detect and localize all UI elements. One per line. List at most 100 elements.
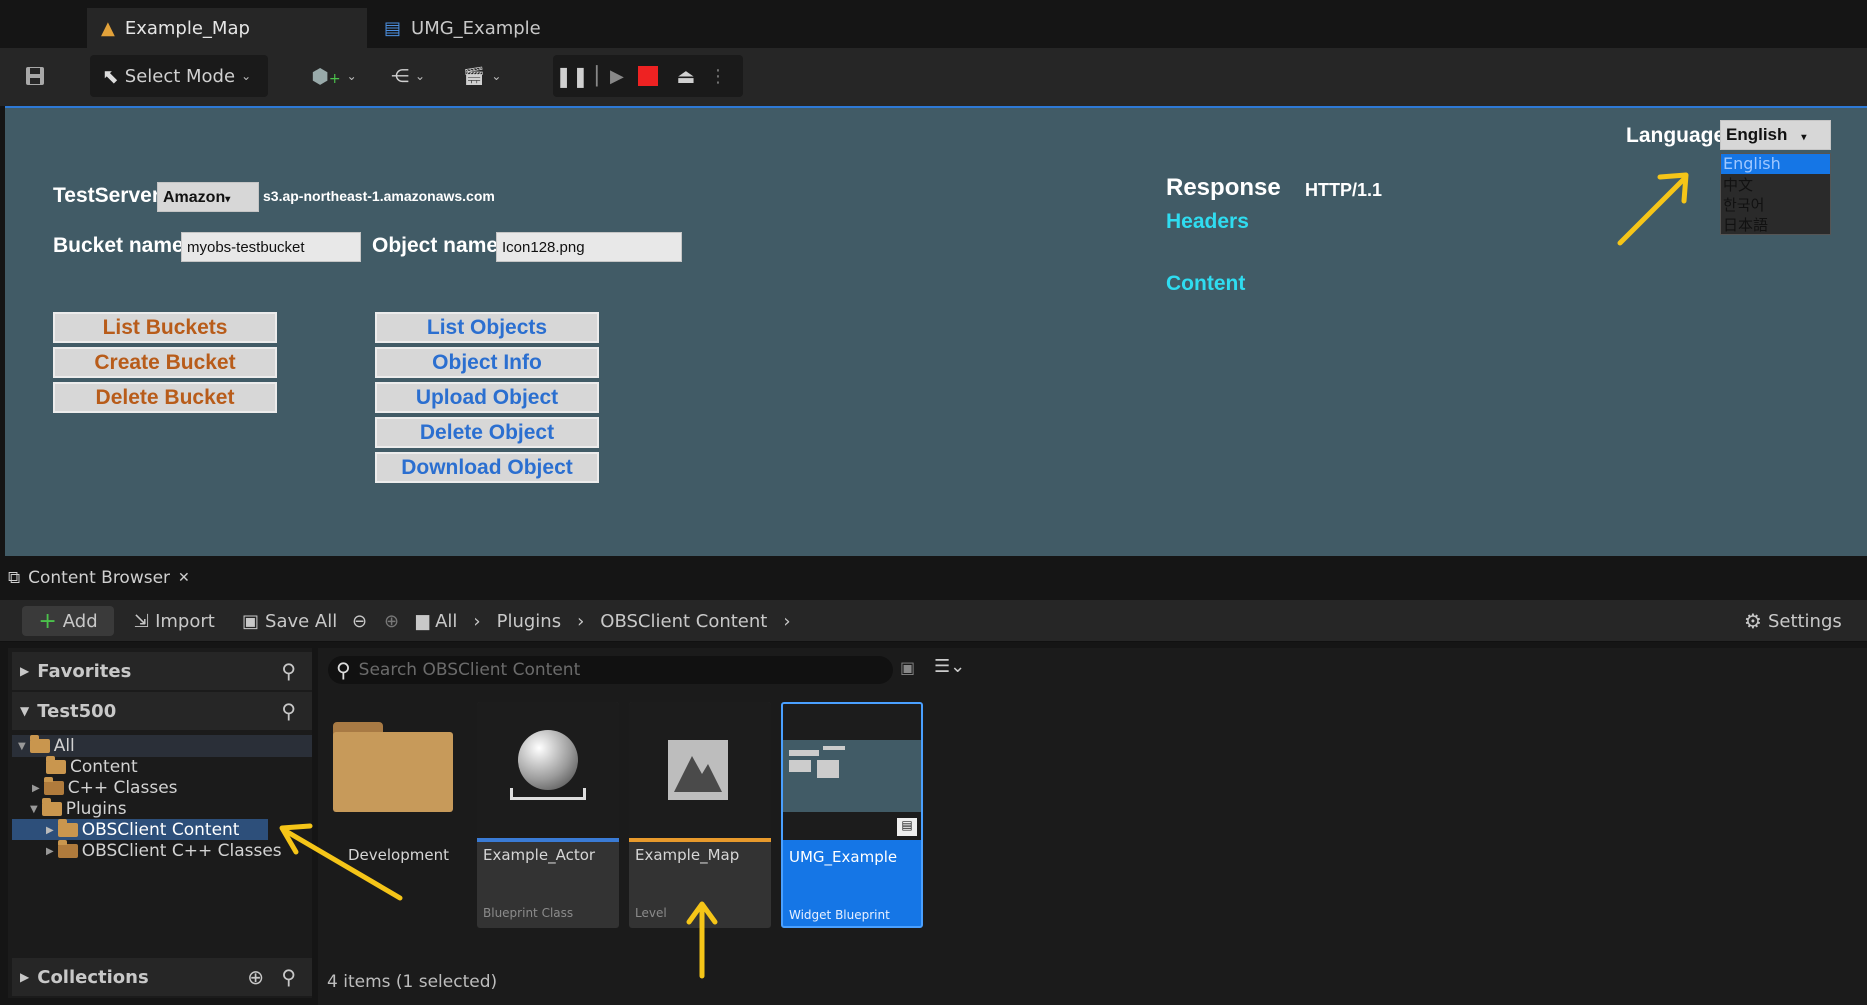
mode-label: Select Mode	[124, 65, 236, 87]
asset-name: Example_Actor	[483, 846, 596, 864]
object-name-input[interactable]: Icon128.png	[496, 232, 682, 262]
language-dropdown[interactable]: English ▾	[1720, 120, 1831, 150]
cinematics-button[interactable]: 🎬︎ ⌄	[456, 55, 508, 97]
language-label: Language	[1626, 124, 1726, 147]
tree-item-label: C++ Classes	[67, 778, 178, 798]
pedestal-icon	[510, 788, 586, 800]
bucket-name-label: Bucket name	[53, 234, 184, 257]
add-collection-icon[interactable]: ⊕	[247, 965, 264, 989]
breadcrumb-all[interactable]: All	[435, 611, 457, 632]
tree-item-cpp-classes[interactable]: ▶ C++ Classes	[32, 777, 178, 799]
search-icon[interactable]: ⚲	[281, 699, 296, 723]
search-icon: ⚲	[336, 658, 351, 682]
search-icon[interactable]: ⚲	[281, 965, 296, 989]
add-button[interactable]: + Add	[22, 606, 114, 636]
list-buckets-button[interactable]: List Buckets	[53, 312, 277, 343]
pause-icon: ❚❚	[555, 64, 589, 88]
server-dropdown[interactable]: Amazon▾	[157, 182, 259, 212]
language-option-chinese[interactable]: 中文	[1721, 174, 1830, 194]
settings-button[interactable]: ⚙ Settings	[1744, 600, 1842, 642]
upload-object-button[interactable]: Upload Object	[375, 382, 599, 413]
content-browser-icon: ⧉	[8, 568, 21, 588]
chevron-right-icon: ›	[473, 610, 481, 632]
blueprint-button[interactable]: ⋲ ⌄	[382, 55, 434, 97]
more-options-button[interactable]: ⋮	[705, 55, 731, 97]
chevron-right-icon: ›	[783, 610, 791, 632]
tree-item-content[interactable]: Content	[46, 756, 138, 778]
download-object-button[interactable]: Download Object	[375, 452, 599, 483]
history-forward-button[interactable]: ⊕	[384, 600, 399, 642]
asset-example-map[interactable]: Example_Map Level	[629, 702, 771, 928]
content-browser-title: Content Browser	[28, 568, 171, 588]
tree-item-obsclient-content[interactable]: ▶ OBSClient Content	[46, 819, 239, 841]
delete-object-button[interactable]: Delete Object	[375, 417, 599, 448]
import-icon: ⇲	[134, 610, 150, 632]
tab-label: UMG_Example	[411, 17, 541, 39]
save-icon: ▣	[900, 658, 916, 677]
language-option-japanese[interactable]: 日本語	[1721, 214, 1830, 234]
add-actor-button[interactable]: ⬢+ ⌄	[308, 55, 360, 97]
save-button[interactable]	[18, 55, 52, 97]
save-icon	[26, 67, 44, 85]
collections-header[interactable]: ▶ Collections ⊕ ⚲	[12, 958, 312, 996]
editor-tab-bar: ▲ Example_Map ▤ UMG_Example	[0, 0, 1867, 48]
delete-bucket-button[interactable]: Delete Bucket	[53, 382, 277, 413]
response-value: HTTP/1.1	[1305, 180, 1383, 200]
search-icon[interactable]: ⚲	[281, 659, 296, 683]
asset-umg-example[interactable]: ▤ UMG_Example Widget Blueprint	[781, 702, 923, 928]
sources-panel: ▶ Favorites ⚲ ▼ Test500 ⚲ ▼ All Content ▶…	[8, 648, 312, 998]
main-toolbar: ⬉ Select Mode ⌄ ⬢+ ⌄ ⋲ ⌄ 🎬︎ ⌄ ❚❚ ▏▶ ⏏ ⋮	[0, 48, 1867, 106]
more-icon: ⋮	[709, 65, 727, 87]
bucket-name-input[interactable]: myobs-testbucket	[181, 232, 361, 262]
asset-type-bar	[477, 838, 619, 842]
eject-button[interactable]: ⏏	[667, 55, 705, 97]
pause-button[interactable]: ❚❚	[553, 55, 591, 97]
asset-type: Level	[635, 906, 667, 920]
filter-button[interactable]: ☰⌄	[934, 656, 965, 677]
content-browser-tab[interactable]: ⧉ Content Browser ✕	[8, 568, 190, 588]
breadcrumb-plugins[interactable]: Plugins	[497, 611, 561, 632]
asset-example-actor[interactable]: Example_Actor Blueprint Class	[477, 702, 619, 928]
object-info-button[interactable]: Object Info	[375, 347, 599, 378]
search-placeholder: Search OBSClient Content	[358, 660, 581, 680]
favorites-header[interactable]: ▶ Favorites ⚲	[12, 652, 312, 690]
language-option-english[interactable]: English	[1721, 154, 1830, 174]
folder-icon	[46, 756, 66, 774]
save-search-button[interactable]: ▣	[900, 658, 915, 677]
project-header[interactable]: ▼ Test500 ⚲	[12, 692, 312, 730]
breadcrumb-obsclient-content[interactable]: OBSClient Content	[600, 611, 767, 632]
tree-item-all[interactable]: ▼ All	[18, 735, 75, 757]
back-arrow-icon: ⊖	[352, 610, 368, 632]
response-label: Response	[1166, 174, 1281, 201]
language-options-list: English 中文 한국어 日本語	[1720, 153, 1831, 235]
select-mode-dropdown[interactable]: ⬉ Select Mode ⌄	[90, 55, 268, 97]
frame-skip-button[interactable]: ▏▶	[591, 55, 629, 97]
tab-umg-example[interactable]: ▤ UMG_Example	[370, 8, 570, 48]
language-option-korean[interactable]: 한국어	[1721, 194, 1830, 214]
tab-example-map[interactable]: ▲ Example_Map	[87, 8, 367, 48]
chevron-down-icon: ⌄	[346, 69, 357, 83]
save-all-button[interactable]: ▣ Save All	[242, 600, 337, 642]
create-bucket-button[interactable]: Create Bucket	[53, 347, 277, 378]
add-actor-icon: ⬢+	[311, 64, 341, 88]
save-icon: ▣	[242, 610, 260, 632]
cursor-icon: ⬉	[102, 64, 119, 88]
import-button[interactable]: ⇲ Import	[134, 600, 215, 642]
cpp-folder-icon	[43, 777, 64, 795]
annotation-arrow-map	[686, 901, 718, 979]
tree-item-plugins[interactable]: ▼ Plugins	[30, 798, 127, 820]
asset-type: Widget Blueprint	[789, 908, 890, 922]
chevron-down-icon: ⌄	[491, 69, 502, 83]
list-objects-button[interactable]: List Objects	[375, 312, 599, 343]
content-browser-toolbar: + Add ⇲ Import ▣ Save All ⊖ ⊕ ▆ All › Pl…	[0, 600, 1867, 642]
language-selected: English	[1726, 125, 1788, 144]
asset-thumbnail	[629, 702, 771, 840]
folder-icon: ▆	[416, 611, 430, 631]
history-back-button[interactable]: ⊖	[352, 600, 367, 642]
tree-item-label: Content	[70, 757, 138, 777]
close-icon[interactable]: ✕	[178, 570, 190, 586]
tree-item-obsclient-cpp-classes[interactable]: ▶ OBSClient C++ Classes	[46, 840, 282, 862]
stop-button[interactable]	[629, 55, 667, 97]
search-input[interactable]: ⚲ Search OBSClient Content	[328, 656, 893, 684]
chevron-down-icon: ⌄	[414, 69, 426, 83]
